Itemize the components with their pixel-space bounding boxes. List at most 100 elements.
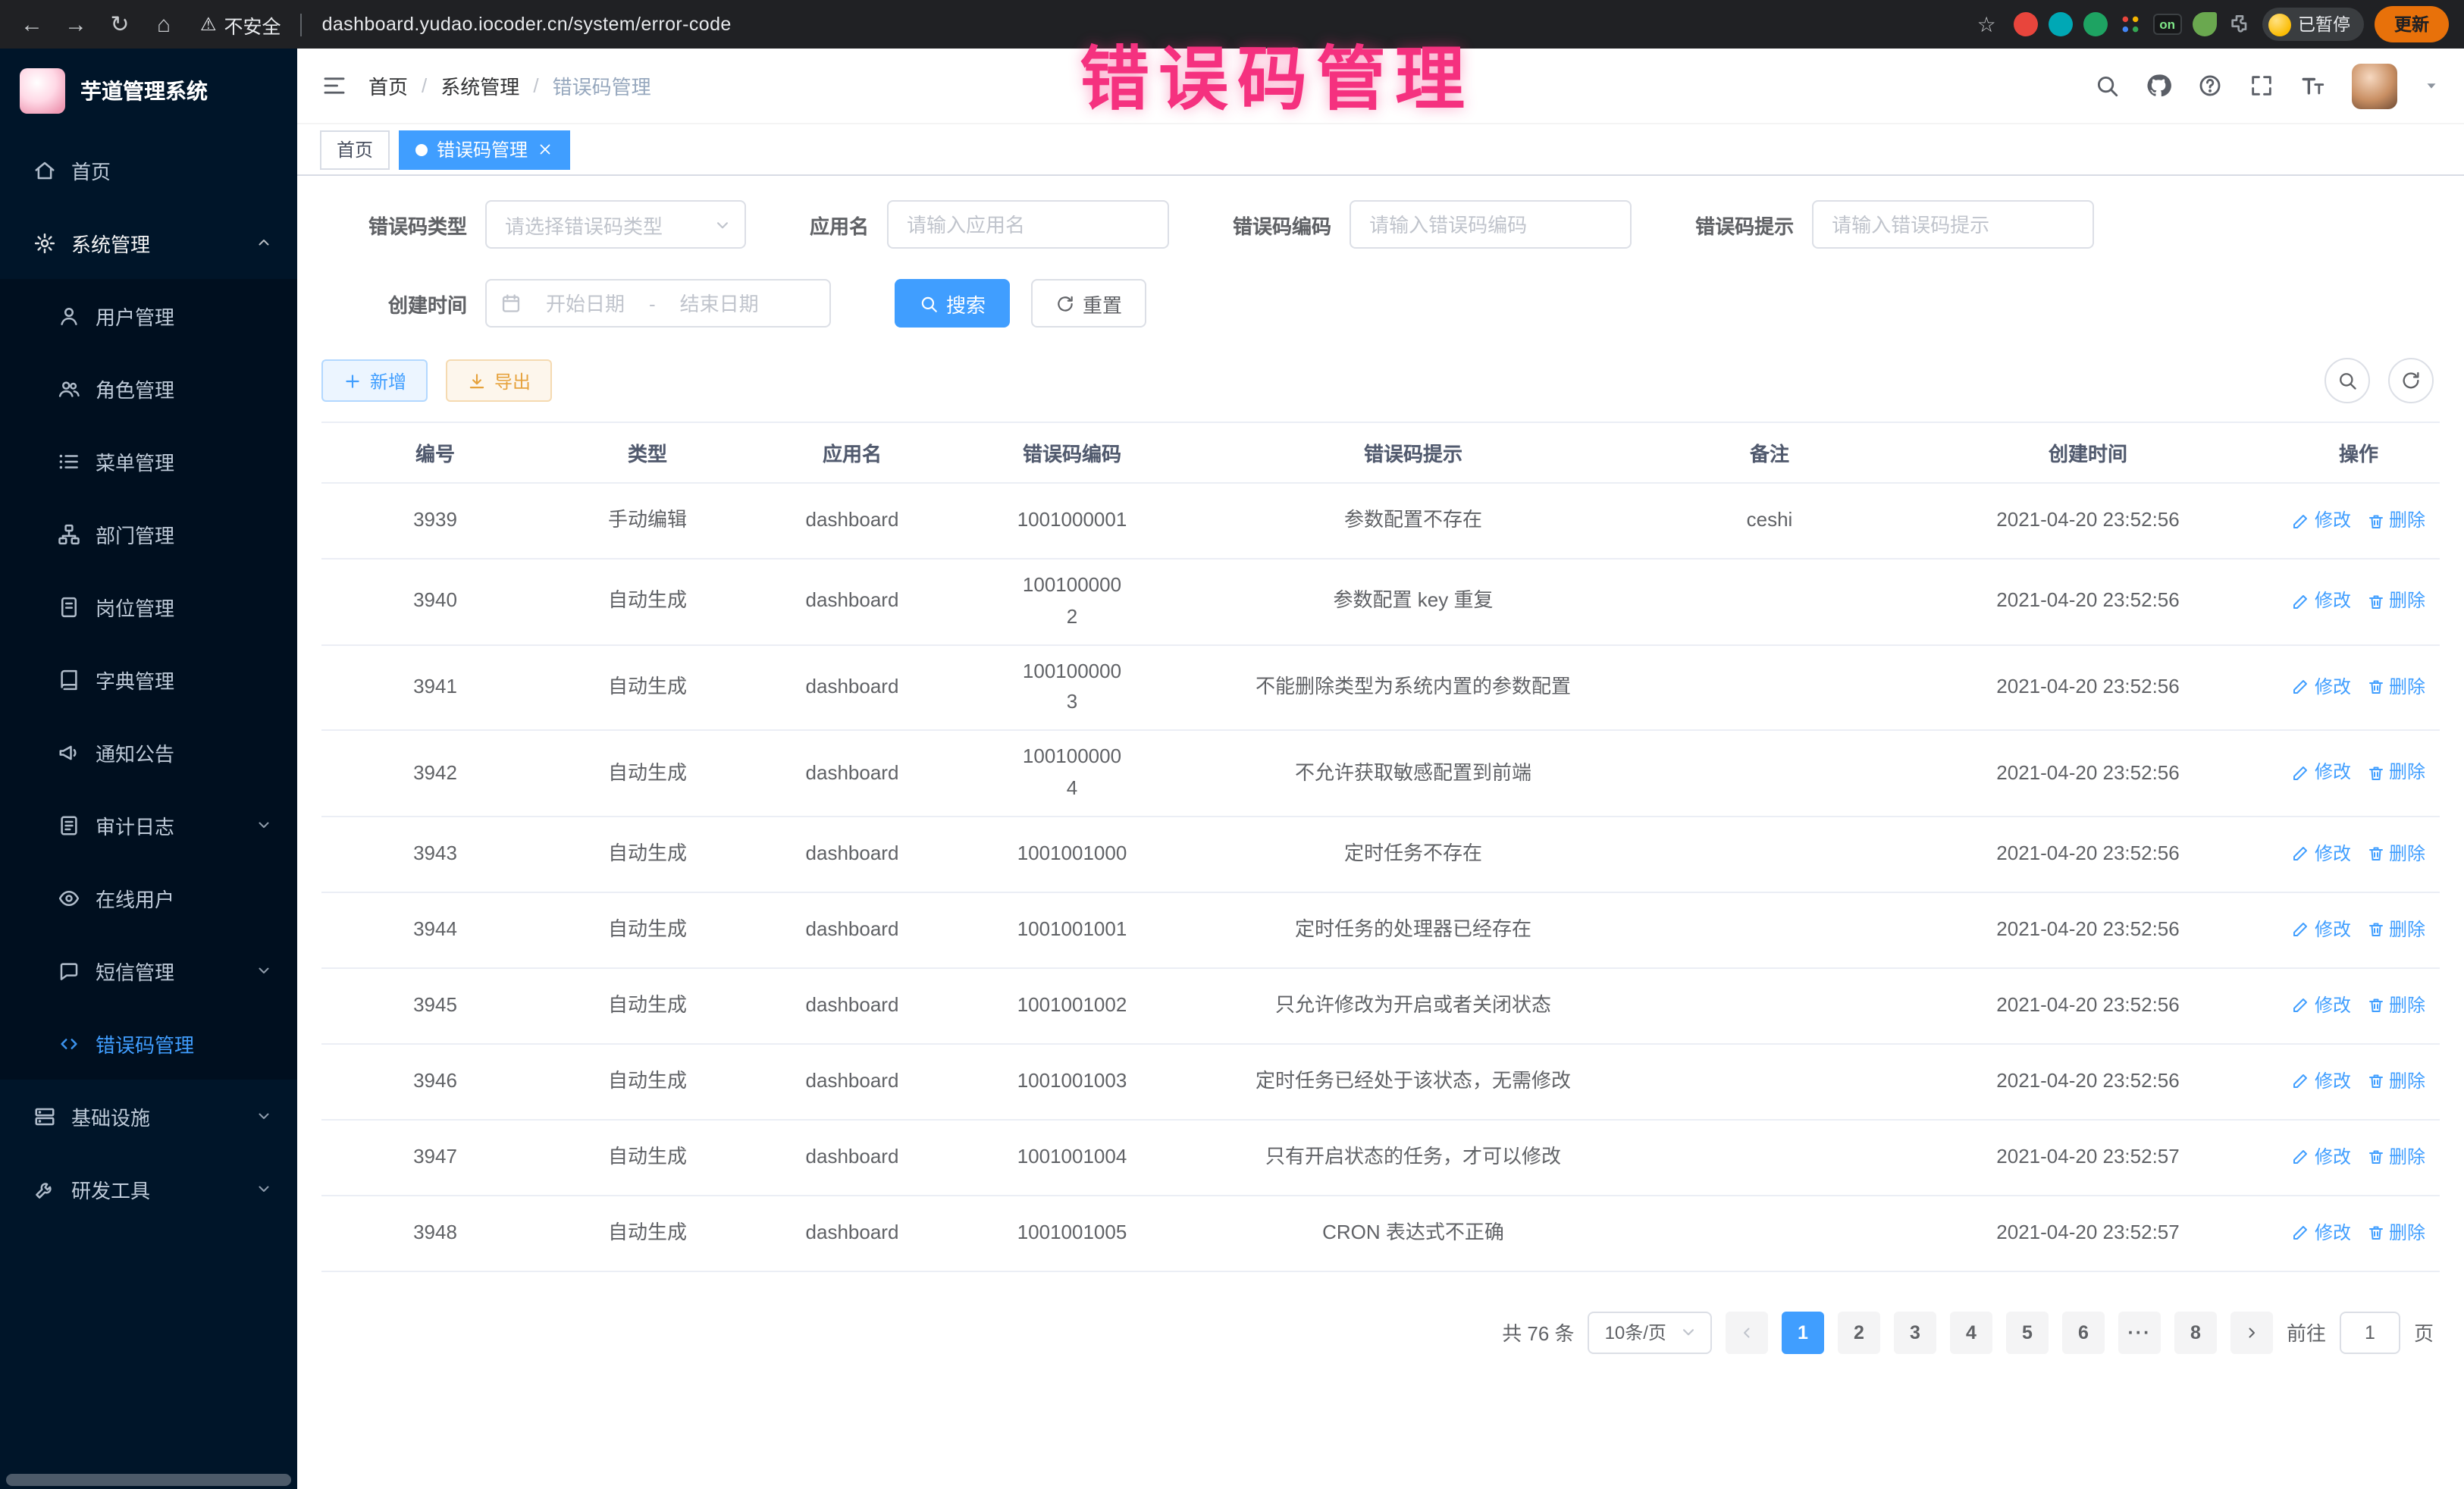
sidebar-item-基础设施[interactable]: 基础设施 bbox=[0, 1080, 297, 1152]
caret-down-icon[interactable] bbox=[2423, 77, 2440, 94]
add-button[interactable]: 新增 bbox=[321, 359, 428, 402]
next-page-button[interactable] bbox=[2230, 1312, 2273, 1354]
font-size-icon[interactable] bbox=[2300, 73, 2326, 99]
breadcrumb-item[interactable]: 首页 bbox=[368, 71, 408, 100]
delete-link[interactable]: 删除 bbox=[2366, 673, 2425, 702]
fullscreen-icon[interactable] bbox=[2249, 73, 2274, 99]
page-button-3[interactable]: 3 bbox=[1894, 1312, 1936, 1354]
edit-link[interactable]: 修改 bbox=[2292, 1143, 2351, 1171]
cell-time: 2021-04-20 23:52:57 bbox=[1898, 1142, 2277, 1174]
breadcrumb-item[interactable]: 系统管理 bbox=[440, 71, 519, 100]
extension-icon[interactable] bbox=[2083, 12, 2108, 36]
cell-type: 自动生成 bbox=[549, 1066, 746, 1098]
page-button-5[interactable]: 5 bbox=[2006, 1312, 2049, 1354]
export-button[interactable]: 导出 bbox=[446, 359, 552, 402]
sidebar-item-字典管理[interactable]: 字典管理 bbox=[0, 643, 297, 716]
date-range-picker[interactable]: - bbox=[485, 279, 831, 328]
edit-link[interactable]: 修改 bbox=[2292, 915, 2351, 944]
edit-link[interactable]: 修改 bbox=[2292, 587, 2351, 616]
delete-label: 删除 bbox=[2389, 587, 2425, 616]
security-indicator[interactable]: ⚠ 不安全 bbox=[200, 10, 281, 39]
sidebar-item-在线用户[interactable]: 在线用户 bbox=[0, 861, 297, 934]
sidebar-item-系统管理[interactable]: 系统管理 bbox=[0, 206, 297, 279]
browser-reload-icon[interactable]: ↻ bbox=[103, 11, 136, 38]
extension-icon[interactable] bbox=[2049, 12, 2073, 36]
puzzle-extension-icon[interactable] bbox=[2227, 12, 2251, 36]
reset-button[interactable]: 重置 bbox=[1031, 279, 1146, 328]
delete-link[interactable]: 删除 bbox=[2366, 991, 2425, 1020]
delete-link[interactable]: 删除 bbox=[2366, 506, 2425, 535]
search-icon[interactable] bbox=[2094, 73, 2120, 99]
help-icon[interactable] bbox=[2197, 73, 2223, 99]
edit-link[interactable]: 修改 bbox=[2292, 991, 2351, 1020]
paused-label: 已暂停 bbox=[2298, 12, 2350, 36]
sidebar-item-错误码管理[interactable]: 错误码管理 bbox=[0, 1007, 297, 1080]
cell-time: 2021-04-20 23:52:56 bbox=[1898, 839, 2277, 870]
sidebar-item-通知公告[interactable]: 通知公告 bbox=[0, 716, 297, 788]
goto-page-input[interactable] bbox=[2340, 1312, 2400, 1354]
sidebar-item-部门管理[interactable]: 部门管理 bbox=[0, 497, 297, 570]
chevron-right-icon bbox=[2243, 1324, 2261, 1342]
delete-link[interactable]: 删除 bbox=[2366, 839, 2425, 868]
sidebar-scrollbar[interactable] bbox=[6, 1474, 291, 1486]
browser-update-button[interactable]: 更新 bbox=[2375, 6, 2449, 42]
hamburger-icon[interactable] bbox=[321, 73, 347, 99]
sidebar-item-角色管理[interactable]: 角色管理 bbox=[0, 352, 297, 425]
bookmark-star-icon[interactable]: ☆ bbox=[1970, 11, 2003, 37]
delete-link[interactable]: 删除 bbox=[2366, 1218, 2425, 1247]
on-badge-extension[interactable]: on bbox=[2153, 14, 2181, 36]
app-name-input[interactable] bbox=[887, 200, 1169, 249]
sidebar-item-审计日志[interactable]: 审计日志 bbox=[0, 788, 297, 861]
github-icon[interactable] bbox=[2146, 73, 2171, 99]
sidebar-item-首页[interactable]: 首页 bbox=[0, 133, 297, 206]
tab-错误码管理[interactable]: 错误码管理 bbox=[399, 130, 570, 169]
delete-link[interactable]: 删除 bbox=[2366, 1143, 2425, 1171]
page-button-1[interactable]: 1 bbox=[1782, 1312, 1824, 1354]
cell-actions: 修改删除 bbox=[2277, 1143, 2440, 1171]
end-date-input[interactable] bbox=[665, 292, 774, 315]
edit-link[interactable]: 修改 bbox=[2292, 759, 2351, 788]
page-button-6[interactable]: 6 bbox=[2062, 1312, 2105, 1354]
top-navbar: 首页/系统管理/错误码管理 bbox=[297, 49, 2464, 124]
tab-首页[interactable]: 首页 bbox=[320, 130, 390, 169]
toggle-search-button[interactable] bbox=[2324, 358, 2370, 403]
paused-profile-badge[interactable]: 已暂停 bbox=[2262, 8, 2364, 41]
sidebar-item-用户管理[interactable]: 用户管理 bbox=[0, 279, 297, 352]
delete-link[interactable]: 删除 bbox=[2366, 587, 2425, 616]
edit-link[interactable]: 修改 bbox=[2292, 673, 2351, 702]
page-size-select[interactable]: 10条/页 bbox=[1588, 1312, 1712, 1354]
close-icon[interactable] bbox=[537, 141, 553, 158]
page-button-8[interactable]: 8 bbox=[2174, 1312, 2217, 1354]
sidebar-item-研发工具[interactable]: 研发工具 bbox=[0, 1152, 297, 1225]
search-button[interactable]: 搜索 bbox=[895, 279, 1010, 328]
browser-home-icon[interactable]: ⌂ bbox=[147, 11, 180, 37]
extension-icon[interactable] bbox=[2192, 12, 2216, 36]
app-logo[interactable]: 芋道管理系统 bbox=[0, 49, 297, 133]
edit-link[interactable]: 修改 bbox=[2292, 839, 2351, 868]
user-avatar[interactable] bbox=[2352, 63, 2397, 108]
delete-link[interactable]: 删除 bbox=[2366, 759, 2425, 788]
page-button-4[interactable]: 4 bbox=[1950, 1312, 1992, 1354]
extensions-grid-icon[interactable] bbox=[2118, 12, 2143, 36]
delete-link[interactable]: 删除 bbox=[2366, 1067, 2425, 1096]
start-date-input[interactable] bbox=[531, 292, 640, 315]
address-bar[interactable]: dashboard.yudao.iocoder.cn/system/error-… bbox=[322, 14, 732, 35]
edit-link[interactable]: 修改 bbox=[2292, 1218, 2351, 1247]
error-type-select[interactable]: 请选择错误码类型 bbox=[485, 200, 746, 249]
edit-link[interactable]: 修改 bbox=[2292, 1067, 2351, 1096]
refresh-table-button[interactable] bbox=[2388, 358, 2434, 403]
prev-page-button[interactable] bbox=[1726, 1312, 1768, 1354]
browser-forward-icon[interactable]: → bbox=[59, 11, 92, 37]
sidebar-item-岗位管理[interactable]: 岗位管理 bbox=[0, 570, 297, 643]
error-code-input[interactable] bbox=[1350, 200, 1632, 249]
sidebar-item-短信管理[interactable]: 短信管理 bbox=[0, 934, 297, 1007]
delete-link[interactable]: 删除 bbox=[2366, 915, 2425, 944]
extension-icon[interactable] bbox=[2014, 12, 2038, 36]
error-tip-input[interactable] bbox=[1812, 200, 2094, 249]
log-icon bbox=[58, 813, 80, 836]
sidebar-item-菜单管理[interactable]: 菜单管理 bbox=[0, 425, 297, 497]
edit-link[interactable]: 修改 bbox=[2292, 506, 2351, 535]
page-button-2[interactable]: 2 bbox=[1838, 1312, 1880, 1354]
browser-back-icon[interactable]: ← bbox=[15, 11, 49, 37]
more-pages-button[interactable]: ··· bbox=[2118, 1312, 2161, 1354]
